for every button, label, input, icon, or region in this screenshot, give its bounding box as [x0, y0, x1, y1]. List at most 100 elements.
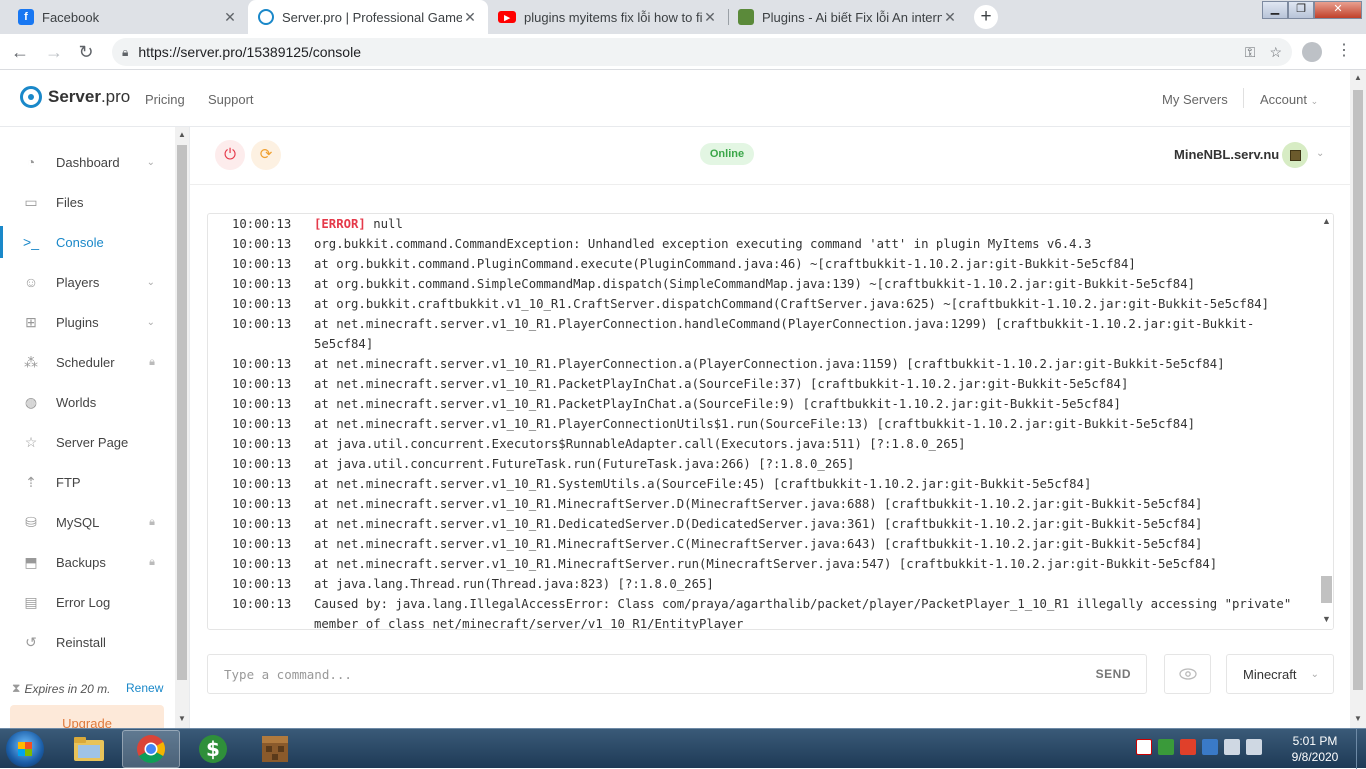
speaker-red-tray-icon[interactable] — [1180, 739, 1196, 755]
sidebar-item-reinstall[interactable]: ↺ Reinstall — [0, 622, 175, 662]
game-selector[interactable]: Minecraft ⌄ — [1226, 654, 1334, 694]
account-menu[interactable]: Account ⌄ — [1260, 92, 1318, 107]
sidebar-item-players[interactable]: ☺ Players ⌄ — [0, 262, 175, 302]
reload-icon[interactable]: ↻ — [74, 40, 98, 64]
taskbar-chrome[interactable] — [122, 730, 180, 768]
scroll-down-arrow[interactable]: ▼ — [175, 714, 189, 723]
minimize-button[interactable]: ▁ — [1262, 1, 1288, 19]
new-tab-button[interactable]: + — [974, 5, 998, 29]
close-tab-icon[interactable]: ✕ — [462, 9, 478, 26]
sidebar-item-error-log[interactable]: ▤ Error Log — [0, 582, 175, 622]
console-output[interactable]: 10:00:13 [ERROR] null 10:00:13 org.bukkit.c… — [207, 213, 1334, 630]
console-message: at net.minecraft.server.v1_10_R1.Minecra… — [314, 557, 1218, 571]
console-message: at java.util.concurrent.Executors$Runnab… — [314, 437, 966, 451]
console-timestamp: 10:00:13 — [232, 557, 292, 571]
profile-avatar[interactable] — [1302, 42, 1322, 62]
tab-facebook[interactable]: f Facebook ✕ — [8, 0, 248, 34]
close-tab-icon[interactable]: ✕ — [702, 9, 718, 26]
action-center-icon[interactable] — [1246, 739, 1262, 755]
taskbar-minecraft[interactable] — [246, 730, 304, 768]
tab-title: Plugins - Ai biết Fix lỗi An interna — [762, 9, 942, 25]
browser-menu-icon[interactable]: ⋮ — [1336, 40, 1352, 60]
console-message: at net.minecraft.server.v1_10_R1.PacketP… — [314, 377, 1129, 391]
sidebar-item-label: Worlds — [56, 394, 97, 410]
sidebar-item-mysql[interactable]: ⛁ MySQL 🔒︎ — [0, 502, 175, 542]
sidebar-scrollbar[interactable]: ▲ ▼ — [175, 127, 189, 728]
key-icon[interactable]: ⚿ — [1245, 44, 1256, 61]
scrollbar-thumb[interactable] — [1353, 90, 1363, 690]
console-timestamp: 10:00:13 — [232, 477, 292, 491]
console-line: 10:00:13 at net.minecraft.server.v1_10_R1… — [208, 394, 1318, 414]
taskbar-explorer[interactable] — [60, 730, 118, 768]
start-button[interactable] — [6, 731, 44, 767]
scrollbar-thumb[interactable] — [1321, 576, 1332, 603]
close-tab-icon[interactable]: ✕ — [942, 9, 958, 26]
console-lines: 10:00:13 [ERROR] null 10:00:13 org.bukkit.c… — [208, 214, 1318, 629]
xbox-tray-icon[interactable] — [1158, 739, 1174, 755]
lock-icon[interactable]: 🔒︎ — [122, 45, 128, 60]
sidebar-item-scheduler[interactable]: ⁂ Scheduler 🔒︎ — [0, 342, 175, 382]
tab-serverpro[interactable]: Server.pro | Professional Game Se ✕ — [248, 0, 488, 34]
server-avatar[interactable] — [1282, 142, 1308, 168]
sidebar-item-label: Reinstall — [56, 634, 106, 650]
support-link[interactable]: Support — [208, 92, 254, 107]
scroll-up-arrow[interactable]: ▲ — [1350, 73, 1366, 82]
toggle-visibility-button[interactable] — [1164, 654, 1211, 694]
sidebar-item-label: Error Log — [56, 594, 111, 610]
scroll-up-arrow[interactable]: ▲ — [175, 130, 189, 139]
console-line: 10:00:13 at net.minecraft.server.v1_10_R1… — [208, 554, 1318, 574]
url-text: https://server.pro/15389125/console — [138, 44, 361, 60]
sidebar-item-server-page[interactable]: ☆ Server Page — [0, 422, 175, 462]
scroll-down-arrow[interactable]: ▼ — [1318, 614, 1333, 624]
renew-link[interactable]: Renew — [126, 681, 163, 695]
maximize-button[interactable]: ❐ — [1288, 1, 1314, 19]
tab-youtube[interactable]: ▸ plugins myitems fix lỗi how to fix ✕ — [488, 0, 728, 34]
network-tray-icon[interactable] — [1202, 739, 1218, 755]
user-icon: ☺ — [23, 274, 39, 290]
console-message: at org.bukkit.command.SimpleCommandMap.d… — [314, 277, 1195, 291]
serverpro-icon — [258, 9, 274, 25]
scrollbar-thumb[interactable] — [177, 145, 187, 680]
tab-plugins-forum[interactable]: Plugins - Ai biết Fix lỗi An interna ✕ — [728, 0, 968, 34]
sidebar-item-label: Backups — [56, 554, 106, 570]
sidebar-item-console[interactable]: >_ Console — [0, 222, 175, 262]
chrome-icon — [137, 735, 165, 763]
volume-icon[interactable] — [1224, 739, 1240, 755]
show-desktop-button[interactable] — [1356, 729, 1366, 769]
server-name[interactable]: MineNBL.serv.nu — [1174, 147, 1279, 162]
chevron-down-icon[interactable]: ⌄ — [1316, 148, 1324, 159]
close-tab-icon[interactable]: ✕ — [222, 9, 238, 26]
pricing-link[interactable]: Pricing — [145, 92, 185, 107]
sidebar-item-worlds[interactable]: ◍ Worlds — [0, 382, 175, 422]
sidebar-item-backups[interactable]: ⬒ Backups 🔒︎ — [0, 542, 175, 582]
scroll-up-arrow[interactable]: ▲ — [1318, 216, 1333, 226]
console-scrollbar[interactable]: ▲ ▼ — [1318, 214, 1333, 629]
bookmark-star-icon[interactable]: ☆ — [1269, 44, 1282, 61]
command-input[interactable] — [208, 656, 1081, 692]
sidebar-item-plugins[interactable]: ⊞ Plugins ⌄ — [0, 302, 175, 342]
sidebar-item-ftp[interactable]: ⇡ FTP — [0, 462, 175, 502]
scroll-down-arrow[interactable]: ▼ — [1350, 714, 1366, 723]
sidebar-item-label: MySQL — [56, 514, 100, 530]
lock-icon: 🔒︎ — [149, 555, 155, 568]
vivaldi-tray-icon[interactable] — [1136, 739, 1152, 755]
my-servers-link[interactable]: My Servers — [1162, 92, 1228, 107]
taskbar-money-app[interactable]: $ — [184, 730, 242, 768]
taskbar-clock[interactable]: 5:01 PM 9/8/2020 — [1280, 733, 1350, 765]
plugin-icon: ⊞ — [25, 313, 37, 330]
console-line: 10:00:13 org.bukkit.command.CommandExcept… — [208, 234, 1318, 254]
power-button[interactable]: ⏻ — [215, 140, 245, 170]
page-scrollbar[interactable]: ▲ ▼ — [1350, 70, 1366, 728]
send-button[interactable]: SEND — [1081, 667, 1146, 681]
serverpro-logo[interactable]: Server .pro — [20, 86, 130, 108]
back-icon[interactable]: ← — [8, 40, 32, 64]
account-label: Account — [1260, 92, 1307, 107]
forward-icon[interactable]: → — [42, 40, 66, 64]
sidebar-item-dashboard[interactable]: ◔ Dashboard ⌄ — [0, 142, 175, 182]
address-bar[interactable]: 🔒︎ https://server.pro/15389125/console ⚿… — [112, 38, 1292, 66]
restart-button[interactable]: ⟳ — [251, 140, 281, 170]
close-window-button[interactable]: ✕ — [1314, 1, 1362, 19]
windows-taskbar: $ 5:01 PM 9/8/2020 — [0, 728, 1366, 769]
console-message: at net.minecraft.server.v1_10_R1.SystemU… — [314, 477, 1092, 491]
sidebar-item-files[interactable]: ▭ Files — [0, 182, 175, 222]
